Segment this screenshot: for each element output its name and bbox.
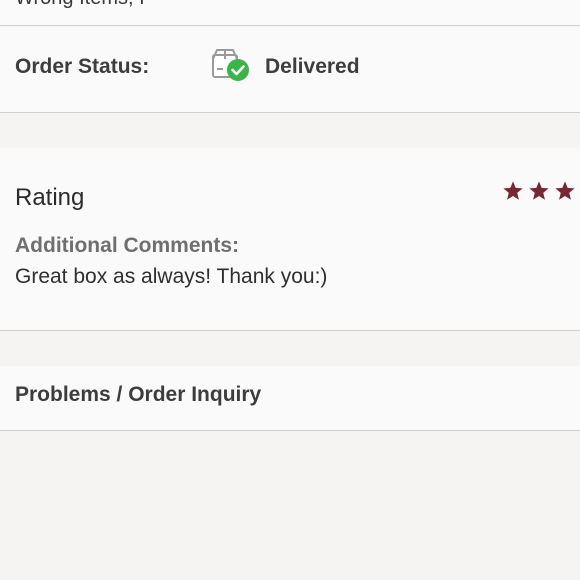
order-status-row: Order Status: Delivered bbox=[0, 27, 580, 113]
box-delivered-icon bbox=[210, 47, 252, 85]
problems-order-inquiry-row[interactable]: Problems / Order Inquiry bbox=[0, 366, 580, 431]
additional-comments-text: Great box as always! Thank you:) bbox=[15, 265, 328, 288]
rating-section: Rating Additional Comments: Great box as… bbox=[0, 148, 580, 331]
order-status-value: Delivered bbox=[265, 55, 360, 78]
previous-section-strip: Wrong Items, I bbox=[0, 0, 580, 26]
star-icon bbox=[555, 181, 575, 200]
order-detail-screen: Wrong Items, I Order Status: Delivered R… bbox=[0, 0, 580, 580]
problems-order-inquiry-label: Problems / Order Inquiry bbox=[15, 383, 262, 406]
rating-title: Rating bbox=[15, 184, 85, 211]
star-icon bbox=[503, 181, 523, 200]
star-icon bbox=[529, 181, 549, 200]
star-rating bbox=[502, 180, 576, 202]
previous-section-text: Wrong Items, I bbox=[15, 0, 145, 10]
additional-comments-label: Additional Comments: bbox=[15, 234, 239, 257]
order-status-label: Order Status: bbox=[15, 55, 150, 78]
